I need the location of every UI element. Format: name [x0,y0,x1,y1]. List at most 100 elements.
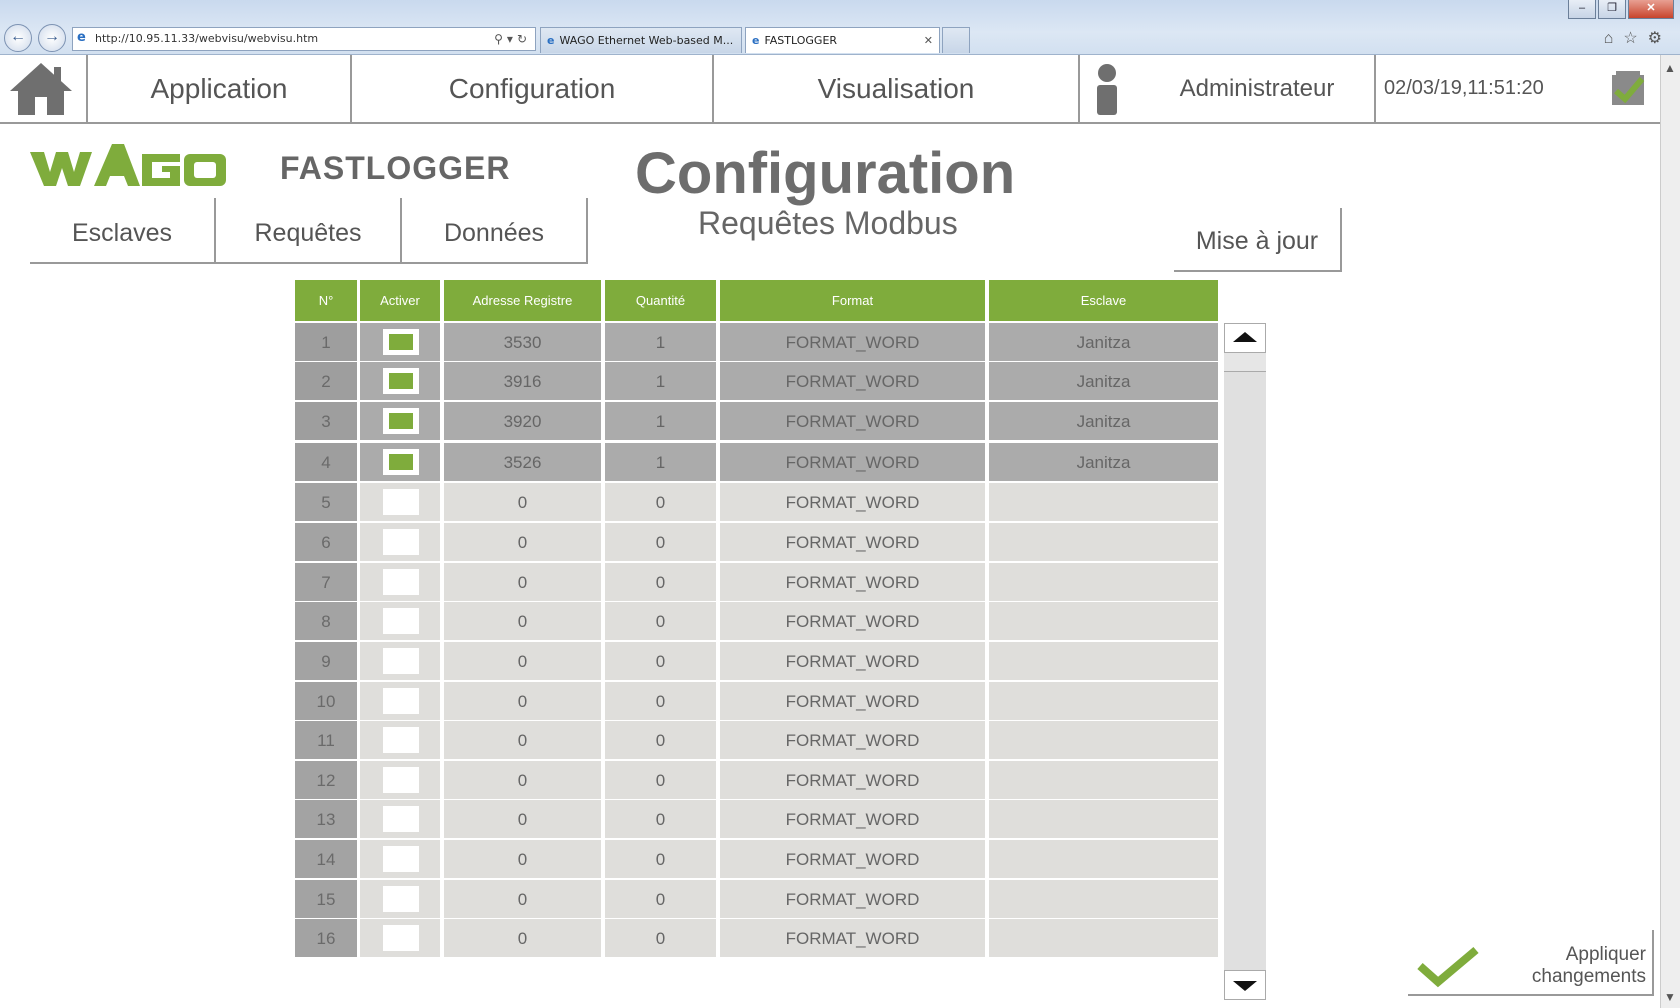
activate-checkbox[interactable] [383,925,419,951]
format-cell[interactable]: FORMAT_WORD [720,402,985,440]
register-address-cell[interactable]: 0 [444,523,601,561]
format-cell[interactable]: FORMAT_WORD [720,800,985,838]
register-address-cell[interactable]: 3920 [444,402,601,440]
slave-cell[interactable] [989,523,1218,561]
register-address-cell[interactable]: 0 [444,880,601,918]
new-tab-button[interactable] [942,27,970,53]
favorites-icon[interactable]: ☆ [1623,30,1647,47]
activate-checkbox[interactable] [383,329,419,355]
quantity-cell[interactable]: 0 [605,721,716,759]
format-cell[interactable]: FORMAT_WORD [720,721,985,759]
quantity-cell[interactable]: 0 [605,642,716,680]
table-scroll-up-button[interactable] [1224,323,1266,353]
refresh-button[interactable]: Mise à jour [1174,208,1342,272]
slave-cell[interactable]: Janitza [989,443,1218,481]
home-browser-icon[interactable]: ⌂ [1604,30,1624,47]
address-tools-icon[interactable]: ⚲▾↻ [494,28,531,50]
tab-esclaves[interactable]: Esclaves [30,198,216,264]
back-icon[interactable]: ← [4,24,32,52]
scroll-down-icon[interactable]: ▼ [1664,990,1676,1004]
quantity-cell[interactable]: 1 [605,443,716,481]
quantity-cell[interactable]: 0 [605,880,716,918]
table-scroll-down-button[interactable] [1224,970,1266,1000]
quantity-cell[interactable]: 0 [605,563,716,601]
format-cell[interactable]: FORMAT_WORD [720,840,985,878]
format-cell[interactable]: FORMAT_WORD [720,523,985,561]
format-cell[interactable]: FORMAT_WORD [720,919,985,957]
restore-icon[interactable]: ❐ [1598,0,1626,19]
register-address-cell[interactable]: 0 [444,800,601,838]
quantity-cell[interactable]: 0 [605,602,716,640]
register-address-cell[interactable]: 0 [444,642,601,680]
activate-checkbox[interactable] [383,767,419,793]
minimize-icon[interactable]: – [1568,0,1596,19]
slave-cell[interactable] [989,800,1218,838]
activate-checkbox[interactable] [383,886,419,912]
slave-cell[interactable] [989,483,1218,521]
format-cell[interactable]: FORMAT_WORD [720,642,985,680]
register-address-cell[interactable]: 0 [444,919,601,957]
activate-checkbox[interactable] [383,408,419,434]
scroll-up-icon[interactable]: ▲ [1664,61,1676,75]
page-scrollbar[interactable]: ▲ ▼ [1660,55,1680,1008]
tab-donnees[interactable]: Données [402,198,588,264]
format-cell[interactable]: FORMAT_WORD [720,362,985,400]
slave-cell[interactable] [989,642,1218,680]
slave-cell[interactable]: Janitza [989,362,1218,400]
register-address-cell[interactable]: 3530 [444,323,601,361]
quantity-cell[interactable]: 0 [605,919,716,957]
quantity-cell[interactable]: 0 [605,840,716,878]
format-cell[interactable]: FORMAT_WORD [720,880,985,918]
activate-checkbox[interactable] [383,846,419,872]
format-cell[interactable]: FORMAT_WORD [720,563,985,601]
activate-checkbox[interactable] [383,368,419,394]
activate-checkbox[interactable] [383,727,419,753]
home-button[interactable] [0,55,88,122]
register-address-cell[interactable]: 0 [444,483,601,521]
format-cell[interactable]: FORMAT_WORD [720,682,985,720]
slave-cell[interactable] [989,840,1218,878]
slave-cell[interactable] [989,563,1218,601]
close-tab-icon[interactable]: ✕ [924,28,933,53]
format-cell[interactable]: FORMAT_WORD [720,443,985,481]
quantity-cell[interactable]: 1 [605,362,716,400]
forward-icon[interactable]: → [38,24,66,52]
slave-cell[interactable] [989,761,1218,799]
register-address-cell[interactable]: 0 [444,682,601,720]
menu-application[interactable]: Application [88,55,352,122]
table-scroll-thumb[interactable] [1224,353,1266,372]
format-cell[interactable]: FORMAT_WORD [720,323,985,361]
apply-changes-button[interactable]: Appliquer changements [1408,930,1654,996]
slave-cell[interactable] [989,682,1218,720]
activate-checkbox[interactable] [383,608,419,634]
slave-cell[interactable]: Janitza [989,323,1218,361]
register-address-cell[interactable]: 3526 [444,443,601,481]
table-scrollbar[interactable] [1224,323,1266,1000]
activate-checkbox[interactable] [383,449,419,475]
activate-checkbox[interactable] [383,529,419,555]
slave-cell[interactable]: Janitza [989,402,1218,440]
user-menu[interactable]: Administrateur [1080,55,1376,122]
close-window-icon[interactable]: ✕ [1628,0,1674,19]
format-cell[interactable]: FORMAT_WORD [720,761,985,799]
menu-configuration[interactable]: Configuration [352,55,714,122]
tab-fastlogger[interactable]: e FASTLOGGER ✕ [745,27,940,53]
register-address-cell[interactable]: 0 [444,761,601,799]
address-bar[interactable]: e http://10.95.11.33/webvisu/webvisu.htm … [72,27,536,51]
activate-checkbox[interactable] [383,569,419,595]
quantity-cell[interactable]: 0 [605,483,716,521]
activate-checkbox[interactable] [383,489,419,515]
activate-checkbox[interactable] [383,688,419,714]
format-cell[interactable]: FORMAT_WORD [720,483,985,521]
menu-visualisation[interactable]: Visualisation [714,55,1080,122]
slave-cell[interactable] [989,602,1218,640]
activate-checkbox[interactable] [383,648,419,674]
register-address-cell[interactable]: 0 [444,602,601,640]
quantity-cell[interactable]: 1 [605,402,716,440]
tab-wago-web[interactable]: e WAGO Ethernet Web-based M... [540,27,742,53]
register-address-cell[interactable]: 3916 [444,362,601,400]
slave-cell[interactable] [989,721,1218,759]
quantity-cell[interactable]: 0 [605,523,716,561]
register-address-cell[interactable]: 0 [444,840,601,878]
register-address-cell[interactable]: 0 [444,721,601,759]
